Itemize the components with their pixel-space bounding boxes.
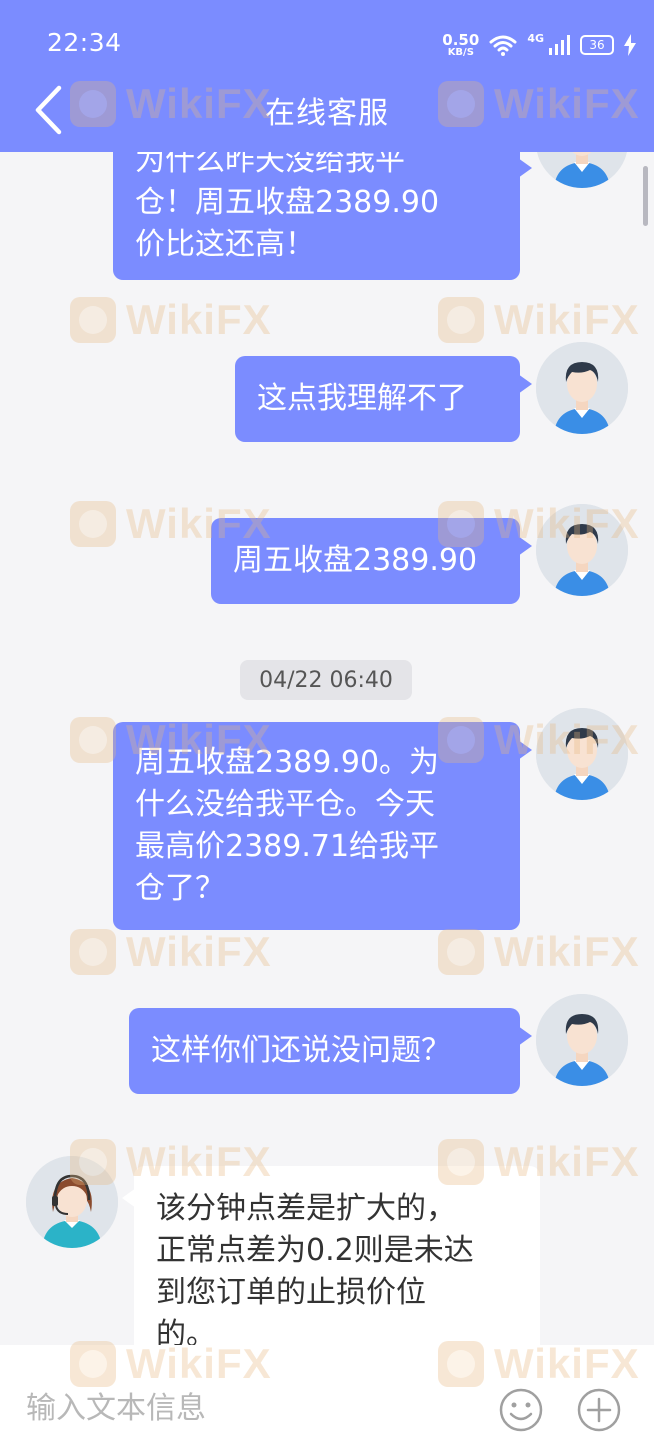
message-input[interactable] xyxy=(26,1383,466,1433)
message-bubble-user[interactable]: 周五收盘2389.90 xyxy=(211,518,532,604)
scrollbar[interactable] xyxy=(643,166,648,226)
message-line: 仓！周五收盘2389.90 xyxy=(135,185,440,220)
message-line: 周五收盘2389.90 xyxy=(233,543,478,578)
user-avatar[interactable] xyxy=(536,504,628,596)
net-speed: 0.50 KB/S xyxy=(442,30,480,58)
user-avatar-icon xyxy=(536,994,628,1086)
user-avatar[interactable] xyxy=(536,994,628,1086)
user-avatar[interactable] xyxy=(536,342,628,434)
signal-icon xyxy=(549,35,570,55)
page-title: 在线客服 xyxy=(265,96,389,131)
input-bar xyxy=(0,1345,654,1453)
message-line: 为什么昨天没给我平 xyxy=(135,152,405,178)
message-line: 什么没给我平仓。今天 xyxy=(135,787,435,822)
status-icons: 0.50 KB/S 4G 36 xyxy=(442,28,636,62)
chat-screen: 22:34 0.50 KB/S 4G 36 在线客服 为什么昨天没给我平 仓！周… xyxy=(0,0,654,1453)
agent-avatar[interactable] xyxy=(26,1156,118,1248)
charging-icon xyxy=(624,34,636,56)
timestamp-divider: 04/22 06:40 xyxy=(240,660,412,700)
agent-avatar-icon xyxy=(26,1156,118,1248)
plus-circle-icon xyxy=(577,1388,621,1432)
message-line: 仓了？ xyxy=(135,871,225,906)
user-avatar[interactable] xyxy=(536,152,628,188)
net-speed-value: 0.50 xyxy=(442,30,480,49)
message-bubble-user[interactable]: 周五收盘2389.90。为 什么没给我平仓。今天 最高价2389.71给我平 仓… xyxy=(113,722,532,930)
message-line: 周五收盘2389.90。为 xyxy=(135,745,440,780)
message-bubble-user[interactable]: 为什么昨天没给我平 仓！周五收盘2389.90 价比这还高！ xyxy=(113,152,532,280)
app-header: 22:34 0.50 KB/S 4G 36 在线客服 xyxy=(0,0,654,152)
message-list[interactable]: 为什么昨天没给我平 仓！周五收盘2389.90 价比这还高！ 这点我理解不了 周… xyxy=(0,152,654,1345)
message-line: 该分钟点差是扩大的， xyxy=(156,1191,456,1226)
message-line: 最高价2389.71给我平 xyxy=(135,829,440,864)
wifi-icon xyxy=(489,35,517,56)
network-type: 4G xyxy=(527,31,544,45)
message-line: 的。 xyxy=(156,1317,216,1345)
user-avatar-icon xyxy=(536,708,628,800)
message-line: 到您订单的止损价位 xyxy=(156,1275,426,1310)
user-avatar-icon xyxy=(536,342,628,434)
message-bubble-user[interactable]: 这点我理解不了 xyxy=(235,356,532,442)
message-line: 这点我理解不了 xyxy=(257,381,467,416)
battery-level: 36 xyxy=(589,38,605,52)
user-avatar[interactable] xyxy=(536,708,628,800)
message-line: 正常点差为0.2则是未达 xyxy=(156,1233,474,1268)
attachment-button[interactable] xyxy=(576,1387,622,1433)
net-speed-unit: KB/S xyxy=(447,46,474,58)
message-bubble-user[interactable]: 这样你们还说没问题？ xyxy=(129,1008,532,1094)
status-time: 22:34 xyxy=(47,28,122,57)
message-line: 价比这还高！ xyxy=(135,227,315,262)
message-bubble-agent[interactable]: 该分钟点差是扩大的， 正常点差为0.2则是未达 到您订单的止损价位 的。 xyxy=(122,1166,540,1345)
battery-icon: 36 xyxy=(580,35,614,55)
user-avatar-icon xyxy=(536,504,628,596)
user-avatar-icon xyxy=(536,152,628,188)
smiley-icon xyxy=(499,1388,543,1432)
message-line: 这样你们还说没问题？ xyxy=(151,1033,451,1068)
emoji-button[interactable] xyxy=(498,1387,544,1433)
